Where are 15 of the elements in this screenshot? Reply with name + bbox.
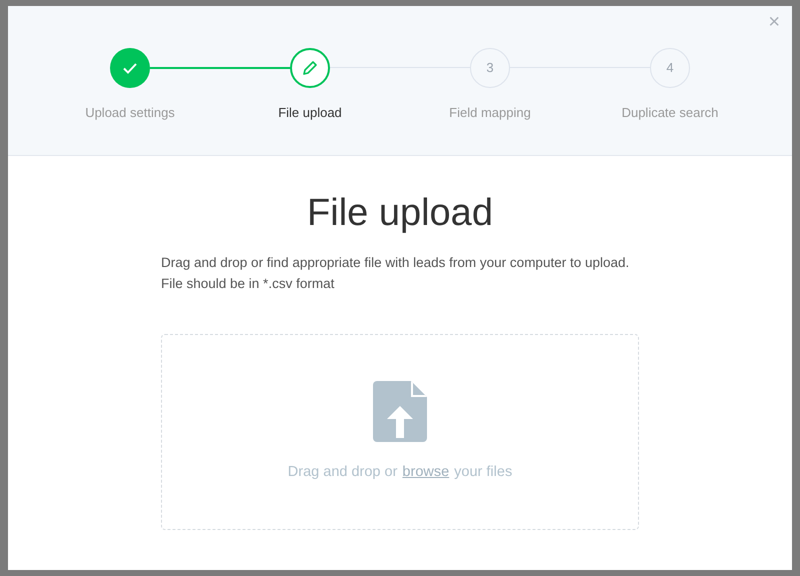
step-number: 4 (650, 48, 690, 88)
drop-hint: your files (454, 462, 512, 482)
upload-instructions: Drag and drop or find appropriate file with leads from your computer to upload. File should be in *.csv format (161, 254, 630, 293)
step-label: Field mapping (449, 104, 531, 122)
drop-hint: Drag and drop or (288, 462, 398, 482)
file-upload-icon (373, 380, 427, 442)
dialog-title: File upload (307, 194, 493, 232)
pencil-icon (302, 60, 318, 76)
browse-link[interactable]: browse (402, 462, 450, 484)
drop-zone[interactable]: Drag and drop or browse your files (161, 334, 639, 530)
step-number: 3 (470, 48, 510, 88)
step-label: Duplicate search (622, 104, 718, 122)
close-button[interactable]: × (768, 12, 780, 32)
step-label: File upload (278, 104, 342, 122)
step-label: Upload settings (85, 104, 175, 122)
